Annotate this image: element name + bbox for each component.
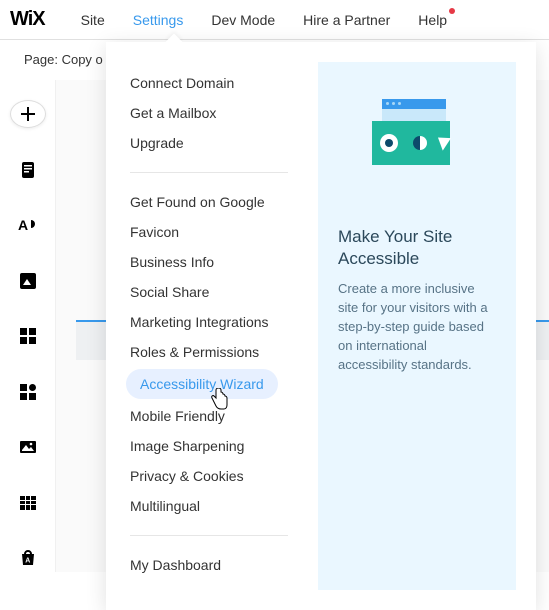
- menu-business-info[interactable]: Business Info: [106, 247, 312, 277]
- promo-title: Make Your Site Accessible: [338, 226, 496, 270]
- svg-text:A: A: [25, 558, 30, 565]
- promo-description: Create a more inclusive site for your vi…: [338, 280, 496, 374]
- menu-multilingual[interactable]: Multilingual: [106, 491, 312, 521]
- accessibility-card-icon: [372, 121, 450, 165]
- menu-upgrade[interactable]: Upgrade: [106, 128, 312, 158]
- settings-dropdown: Connect Domain Get a Mailbox Upgrade Get…: [106, 42, 536, 610]
- rail-design[interactable]: A: [10, 211, 46, 239]
- notification-dot-icon: [449, 8, 455, 14]
- contrast-icon: [413, 136, 427, 150]
- nav-settings[interactable]: Settings: [119, 0, 198, 40]
- shopping-bag-icon: A: [19, 549, 37, 567]
- menu-get-found-google[interactable]: Get Found on Google: [106, 187, 312, 217]
- promo-panel: Make Your Site Accessible Create a more …: [318, 62, 516, 590]
- nav-help[interactable]: Help: [404, 0, 461, 40]
- gallery-icon: [19, 438, 37, 456]
- menu-accessibility-wizard[interactable]: Accessibility Wizard: [126, 369, 278, 399]
- menu-get-mailbox[interactable]: Get a Mailbox: [106, 98, 312, 128]
- page-icon: [19, 161, 37, 179]
- menu-separator: [130, 172, 288, 173]
- page-indicator[interactable]: Page: Copy o: [24, 52, 103, 67]
- menu-separator: [130, 535, 288, 536]
- nav-hire-partner[interactable]: Hire a Partner: [289, 0, 404, 40]
- menu-image-sharpening[interactable]: Image Sharpening: [106, 431, 312, 461]
- menu-my-dashboard[interactable]: My Dashboard: [106, 550, 312, 580]
- menu-mobile-friendly[interactable]: Mobile Friendly: [106, 401, 312, 431]
- table-icon: [19, 494, 37, 512]
- rail-pages[interactable]: [10, 156, 46, 184]
- left-rail: A A: [0, 80, 56, 572]
- menu-favicon[interactable]: Favicon: [106, 217, 312, 247]
- rail-store[interactable]: A: [10, 544, 46, 572]
- browser-bar-icon: [382, 99, 446, 109]
- paint-icon: A: [18, 216, 38, 234]
- addons-icon: [19, 383, 37, 401]
- promo-illustration: [338, 86, 496, 186]
- eye-icon: [380, 134, 398, 152]
- topbar: WiX Site Settings Dev Mode Hire a Partne…: [0, 0, 549, 40]
- svg-text:A: A: [18, 217, 28, 233]
- menu-privacy-cookies[interactable]: Privacy & Cookies: [106, 461, 312, 491]
- plus-icon: [20, 106, 36, 122]
- topnav: Site Settings Dev Mode Hire a Partner He…: [67, 0, 461, 40]
- rail-apps[interactable]: [10, 322, 46, 350]
- nav-site[interactable]: Site: [67, 0, 119, 40]
- menu-social-share[interactable]: Social Share: [106, 277, 312, 307]
- menu-marketing-integrations[interactable]: Marketing Integrations: [106, 307, 312, 337]
- rail-gallery[interactable]: [10, 433, 46, 461]
- nav-devmode[interactable]: Dev Mode: [197, 0, 289, 40]
- rail-media[interactable]: [10, 267, 46, 295]
- add-button[interactable]: [10, 100, 46, 128]
- image-edit-icon: [19, 272, 37, 290]
- menu-connect-domain[interactable]: Connect Domain: [106, 68, 312, 98]
- rail-addons[interactable]: [10, 378, 46, 406]
- nav-help-label: Help: [418, 12, 447, 28]
- wix-logo[interactable]: WiX: [10, 8, 45, 31]
- settings-menu: Connect Domain Get a Mailbox Upgrade Get…: [106, 42, 312, 610]
- menu-roles-permissions[interactable]: Roles & Permissions: [106, 337, 312, 367]
- rail-data[interactable]: [10, 489, 46, 517]
- apps-grid-icon: [19, 327, 37, 345]
